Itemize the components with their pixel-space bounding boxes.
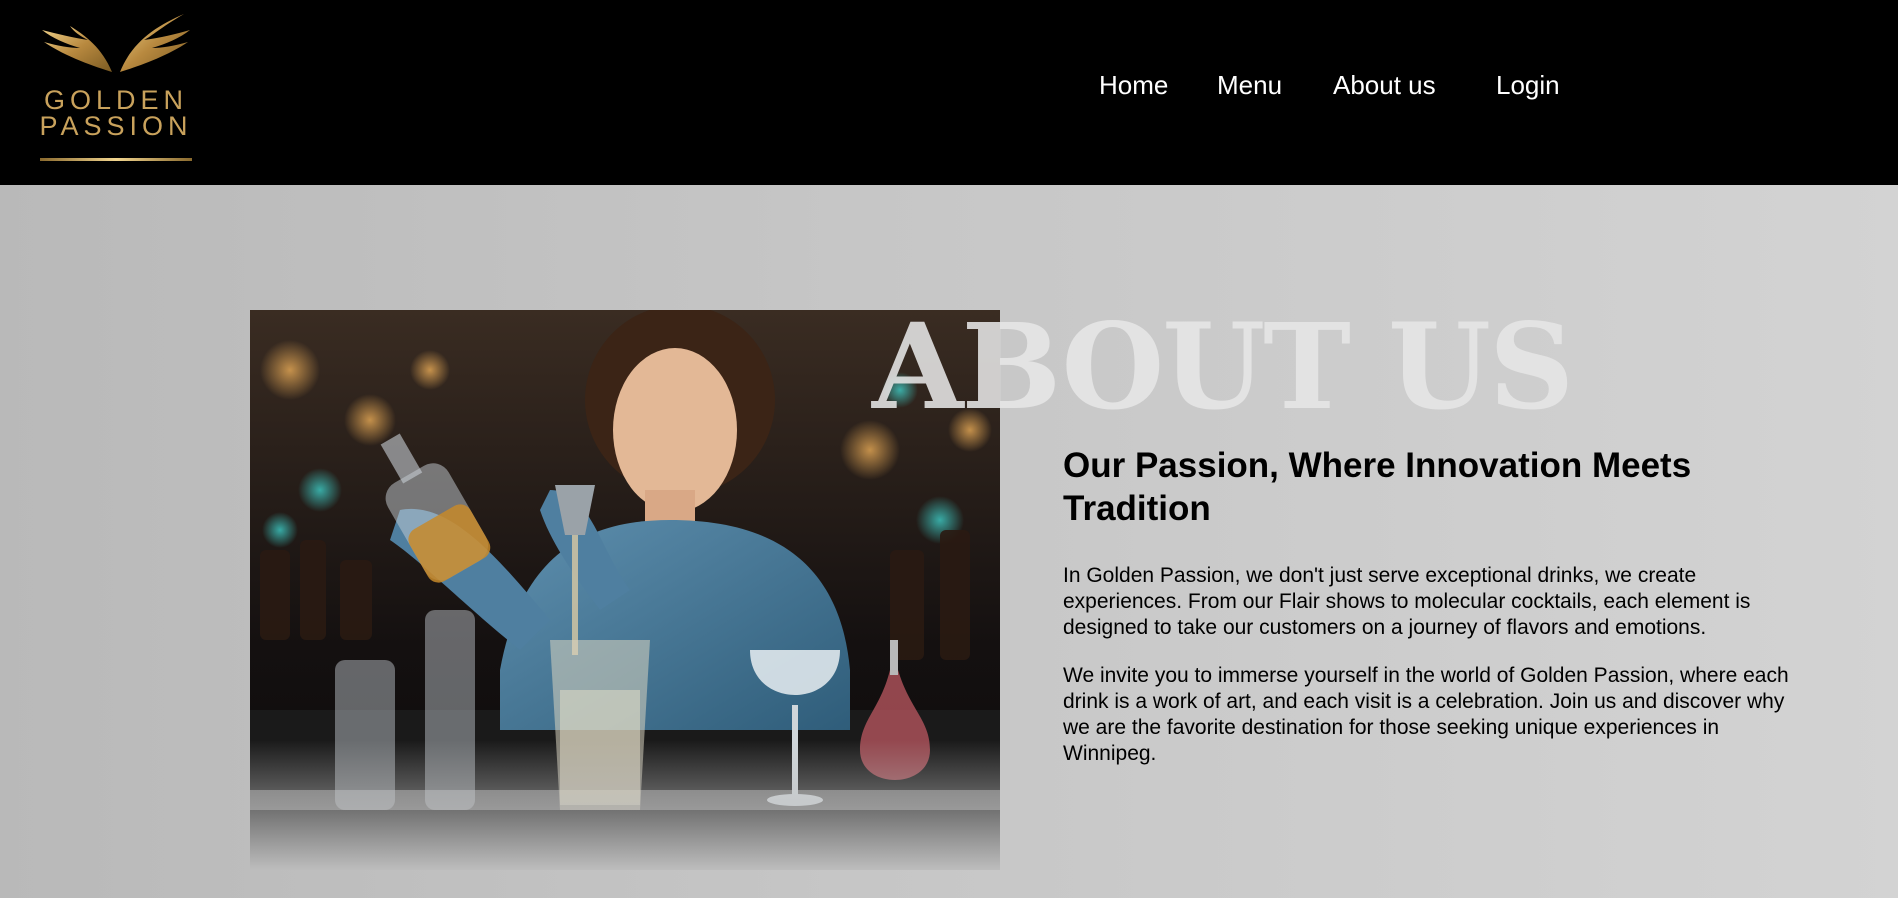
wings-icon xyxy=(42,14,190,72)
brand-line2: PASSION xyxy=(39,111,193,141)
nav-menu-link[interactable]: Menu xyxy=(1217,70,1282,101)
about-paragraph-2: We invite you to immerse yourself in the… xyxy=(1063,664,1789,765)
nav-home-link[interactable]: Home xyxy=(1099,70,1168,101)
about-heading: Our Passion, Where Innovation Meets Trad… xyxy=(1063,446,1692,528)
site-header: GOLDEN PASSION Home Menu About us Login xyxy=(0,0,1898,185)
about-paragraph-1: In Golden Passion, we don't just serve e… xyxy=(1063,564,1751,639)
nav-login-link[interactable]: Login xyxy=(1496,70,1560,101)
brand-logo[interactable]: GOLDEN PASSION xyxy=(36,12,196,167)
about-us-watermark: ABOUT US xyxy=(872,297,1574,436)
nav-about-link[interactable]: About us xyxy=(1333,70,1436,101)
brand-line1: GOLDEN xyxy=(43,85,189,115)
logo-underline xyxy=(40,158,192,161)
about-content: Our Passion, Where Innovation Meets Trad… xyxy=(1063,444,1813,789)
